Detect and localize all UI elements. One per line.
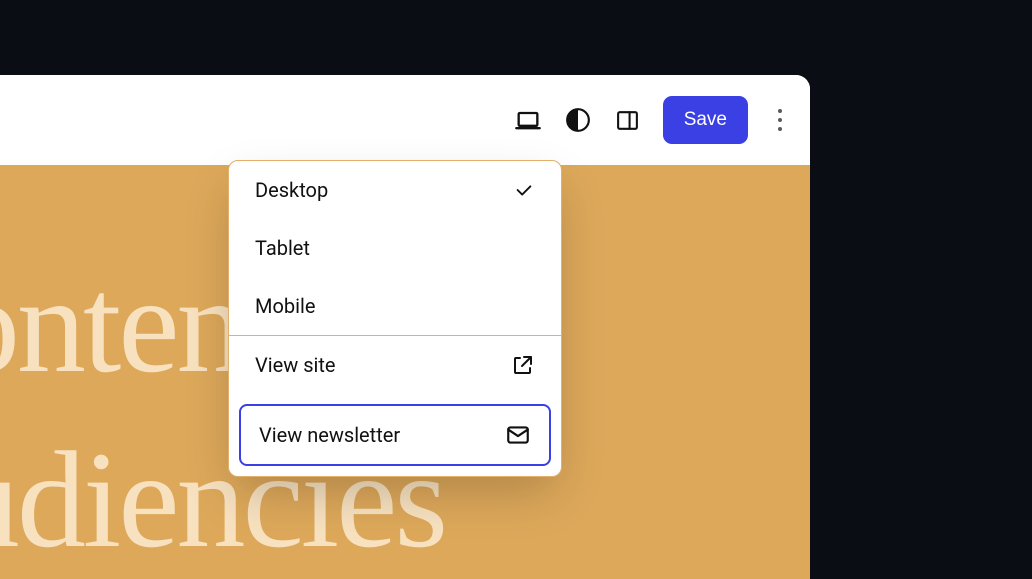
device-option-label: Mobile bbox=[255, 294, 315, 318]
check-icon bbox=[513, 179, 535, 201]
device-option-label: Tablet bbox=[255, 236, 310, 260]
preview-dropdown: Desktop Tablet Mobile View site View new… bbox=[228, 160, 562, 477]
toolbar: Save bbox=[0, 75, 810, 165]
action-label: View site bbox=[255, 353, 336, 377]
contrast-circle-icon[interactable] bbox=[563, 105, 593, 135]
view-site-action[interactable]: View site bbox=[229, 336, 561, 394]
device-option-tablet[interactable]: Tablet bbox=[229, 219, 561, 277]
device-option-desktop[interactable]: Desktop bbox=[229, 161, 561, 219]
device-option-label: Desktop bbox=[255, 178, 328, 202]
view-newsletter-action[interactable]: View newsletter bbox=[239, 404, 551, 466]
save-button[interactable]: Save bbox=[663, 96, 748, 144]
mail-icon bbox=[505, 422, 531, 448]
device-laptop-icon[interactable] bbox=[513, 105, 543, 135]
more-options-icon[interactable] bbox=[768, 109, 792, 131]
device-option-mobile[interactable]: Mobile bbox=[229, 277, 561, 335]
external-link-icon bbox=[511, 353, 535, 377]
panel-split-icon[interactable] bbox=[613, 105, 643, 135]
action-label: View newsletter bbox=[259, 423, 400, 447]
